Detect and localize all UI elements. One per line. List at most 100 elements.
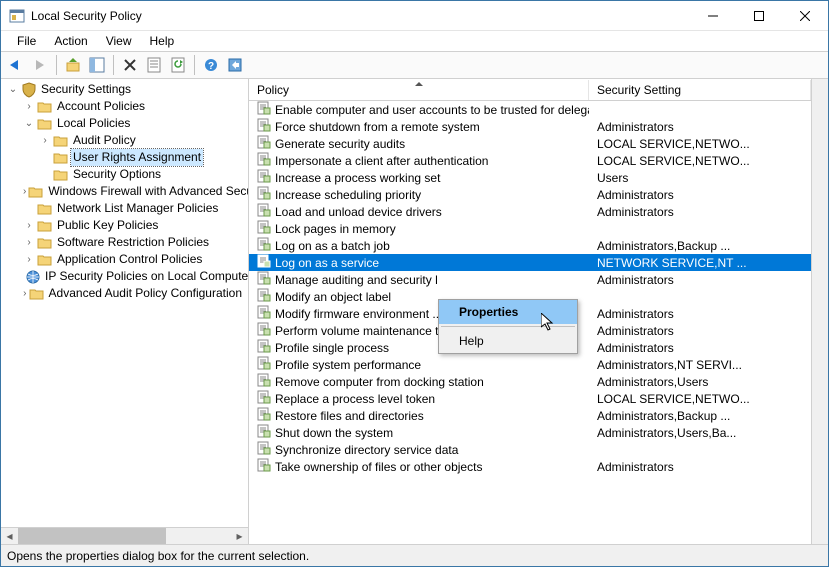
tree-node[interactable]: ›Public Key Policies [21, 217, 246, 234]
expand-icon[interactable]: › [39, 132, 51, 149]
column-security-setting[interactable]: Security Setting [589, 80, 811, 100]
policy-row[interactable]: Force shutdown from a remote system Admin… [249, 118, 811, 135]
delete-button[interactable] [119, 54, 141, 76]
column-policy[interactable]: Policy [249, 80, 589, 100]
forward-button[interactable] [29, 54, 51, 76]
policy-icon [257, 254, 271, 271]
tree-node[interactable]: IP Security Policies on Local Computer [21, 268, 246, 285]
tree-node[interactable]: › Account Policies [21, 98, 246, 115]
expand-icon[interactable]: › [23, 251, 35, 268]
policy-name-cell: Force shutdown from a remote system [249, 118, 589, 135]
expand-icon[interactable]: › [23, 98, 35, 115]
policy-row[interactable]: Enable computer and user accounts to be … [249, 101, 811, 118]
policy-row[interactable]: Log on as a serviceNETWORK SERVICE,NT ..… [249, 254, 811, 271]
policy-name: Shut down the system [275, 426, 393, 440]
tree-root[interactable]: ⌄Security Settings [5, 81, 246, 98]
policy-setting-cell: Administrators [589, 205, 811, 219]
properties-button[interactable] [143, 54, 165, 76]
tree-node[interactable]: User Rights Assignment [37, 149, 246, 166]
policy-row[interactable]: Manage auditing and security lAdministra… [249, 271, 811, 288]
policy-name: Modify an object label [275, 290, 391, 304]
policy-name-cell: Generate security audits [249, 135, 589, 152]
expand-icon[interactable]: › [23, 217, 35, 234]
context-menu-separator [441, 326, 575, 327]
tree-node[interactable]: Network List Manager Policies [21, 200, 246, 217]
policy-name-cell: Profile system performance [249, 356, 589, 373]
policy-row[interactable]: Remove computer from docking stationAdmi… [249, 373, 811, 390]
policy-row[interactable]: Profile system performance Administrators… [249, 356, 811, 373]
policy-row[interactable]: Increase scheduling priority Administrato… [249, 186, 811, 203]
scroll-right-button[interactable]: ▸ [231, 528, 248, 544]
tree-pane[interactable]: ⌄Security Settings›Account Policies⌄Loca… [1, 79, 249, 544]
policy-setting-cell: Administrators,Users,Ba... [589, 426, 811, 440]
close-button[interactable] [782, 1, 828, 31]
refresh-button[interactable] [167, 54, 189, 76]
collapse-icon[interactable]: ⌄ [7, 81, 19, 98]
policy-name: Increase scheduling priority [275, 188, 421, 202]
tree-node[interactable]: ›Audit Policy [37, 132, 246, 149]
collapse-icon[interactable]: ⌄ [23, 115, 35, 132]
expand-icon[interactable]: › [23, 234, 35, 251]
policy-name: Log on as a batch job [275, 239, 390, 253]
minimize-button[interactable] [690, 1, 736, 31]
policy-setting-cell: Users [589, 171, 811, 185]
up-button[interactable] [62, 54, 84, 76]
tree-node[interactable]: ⌄Local Policies [21, 115, 246, 132]
status-text: Opens the properties dialog box for the … [7, 549, 309, 563]
scroll-left-button[interactable]: ◂ [1, 528, 18, 544]
tree-node[interactable]: ›Advanced Audit Policy Configuration [21, 285, 246, 302]
policy-name: Profile system performance [275, 358, 421, 372]
policy-row[interactable]: Shut down the system Administrators,Users… [249, 424, 811, 441]
policy-row[interactable]: Impersonate a client after authenticatio… [249, 152, 811, 169]
policy-setting-cell: Administrators,NT SERVI... [589, 358, 811, 372]
policy-name: Perform volume maintenance tasks [275, 324, 463, 338]
policy-row[interactable]: Synchronize directory service data [249, 441, 811, 458]
policy-name-cell: Lock pages in memory [249, 220, 589, 237]
policy-name: Remove computer from docking station [275, 375, 484, 389]
policy-name: Force shutdown from a remote system [275, 120, 480, 134]
policy-setting-cell: LOCAL SERVICE,NETWO... [589, 154, 811, 168]
policy-row[interactable]: Replace a process level token LOCAL SERVI… [249, 390, 811, 407]
export-button[interactable] [224, 54, 246, 76]
policy-row[interactable]: Increase a process working setUsers [249, 169, 811, 186]
menu-view[interactable]: View [98, 32, 140, 50]
policy-row[interactable]: Restore files and directoriesAdministrat… [249, 407, 811, 424]
policy-name-cell: Manage auditing and security l [249, 271, 589, 288]
policy-setting-cell: Administrators [589, 120, 811, 134]
help-button[interactable]: ? [200, 54, 222, 76]
policy-row[interactable]: Take ownership of files or other objects… [249, 458, 811, 475]
tree-node[interactable]: Security Options [37, 166, 246, 183]
policy-name-cell: Increase scheduling priority [249, 186, 589, 203]
policy-name: Replace a process level token [275, 392, 435, 406]
context-menu-item[interactable]: Help [439, 329, 577, 353]
back-button[interactable] [5, 54, 27, 76]
menu-help[interactable]: Help [142, 32, 183, 50]
tree-node[interactable]: ›Application Control Policies [21, 251, 246, 268]
policy-row[interactable]: Load and unload device drivers Administra… [249, 203, 811, 220]
policy-row[interactable]: Generate security auditsLOCAL SERVICE,NE… [249, 135, 811, 152]
tree-node[interactable]: ›Software Restriction Policies [21, 234, 246, 251]
tree-node[interactable]: ›Windows Firewall with Advanced Security [21, 183, 246, 200]
policy-row[interactable]: Lock pages in memory [249, 220, 811, 237]
context-menu-item[interactable]: Properties [439, 300, 577, 324]
content-area: ⌄Security Settings›Account Policies⌄Loca… [1, 79, 828, 544]
expand-icon[interactable]: › [23, 285, 27, 302]
tree-node-label: Account Policies [55, 98, 147, 115]
show-hide-tree-button[interactable] [86, 54, 108, 76]
policy-setting-cell: LOCAL SERVICE,NETWO... [589, 392, 811, 406]
policy-name-cell: Restore files and directories [249, 407, 589, 424]
policy-name: Generate security audits [275, 137, 405, 151]
policy-row[interactable]: Log on as a batch jobAdministrators,Back… [249, 237, 811, 254]
menu-action[interactable]: Action [46, 32, 95, 50]
scroll-thumb[interactable] [18, 528, 166, 544]
folder-icon [28, 184, 44, 200]
policy-name: Load and unload device drivers [275, 205, 442, 219]
policy-setting-cell: Administrators [589, 188, 811, 202]
maximize-button[interactable] [736, 1, 782, 31]
folder-icon [37, 252, 53, 268]
menu-file[interactable]: File [9, 32, 44, 50]
expand-icon[interactable]: › [23, 183, 26, 200]
policy-icon [257, 135, 271, 152]
vertical-scrollbar[interactable] [811, 79, 828, 544]
folder-icon [37, 218, 53, 234]
